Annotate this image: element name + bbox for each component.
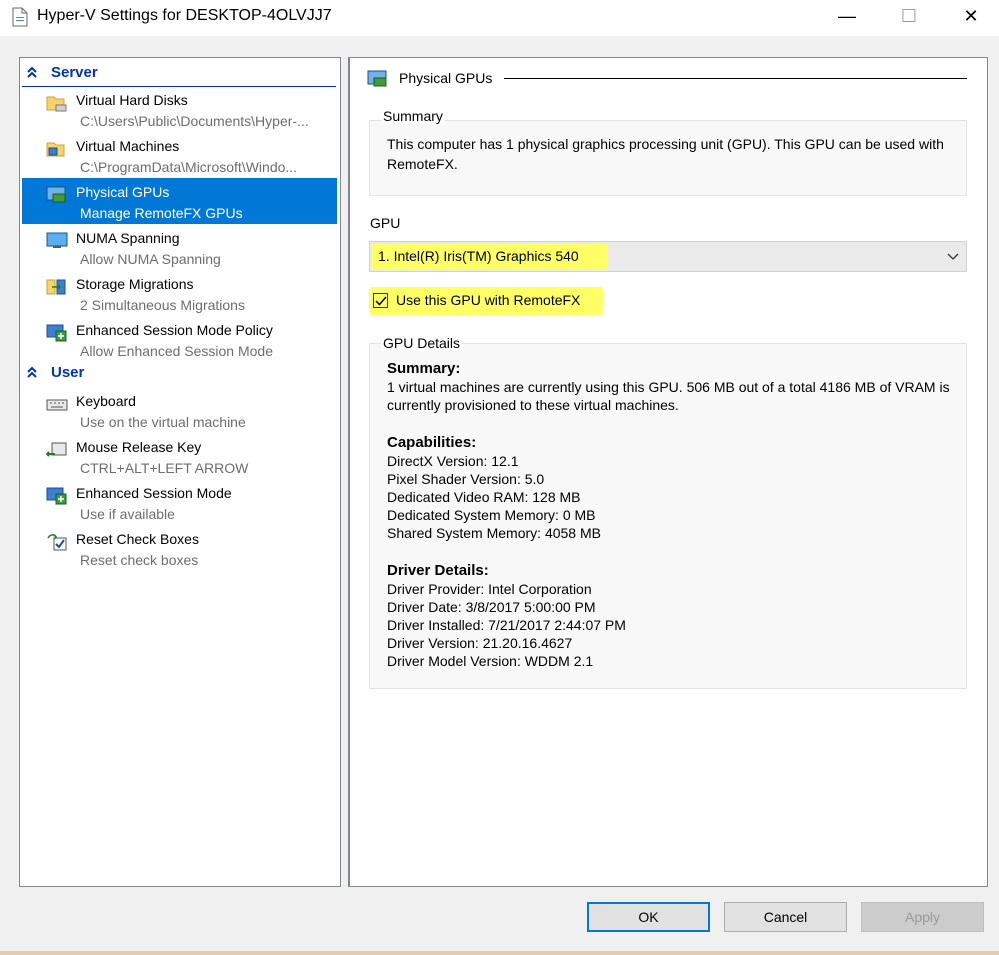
page-title: Physical GPUs: [399, 70, 493, 86]
gpu-select[interactable]: 1. Intel(R) Iris(TM) Graphics 540: [369, 241, 967, 272]
driver-line: Driver Date: 3/8/2017 5:00:00 PM: [387, 599, 596, 615]
mouse-key-icon: [46, 442, 67, 457]
sidebar-item-detail: Allow Enhanced Session Mode: [80, 343, 274, 359]
section-header-user[interactable]: User: [22, 363, 336, 385]
sidebar-item-label: NUMA Spanning: [76, 230, 180, 246]
sidebar-item-storage-migrations[interactable]: Storage Migrations 2 Simultaneous Migrat…: [22, 270, 337, 316]
section-label-user: User: [51, 364, 85, 381]
details-summary-header: Summary:: [387, 360, 461, 377]
sidebar-item-label: Enhanced Session Mode: [76, 485, 232, 501]
sidebar-item-label: Reset Check Boxes: [76, 531, 199, 547]
session-policy-icon: [46, 324, 67, 342]
maximize-icon: ☐: [900, 5, 918, 26]
collapse-chevron-icon: [27, 66, 37, 78]
sidebar-item-label: Virtual Hard Disks: [76, 92, 188, 108]
gpu-details-label: GPU Details: [381, 335, 463, 351]
close-button[interactable]: ✕: [948, 0, 994, 32]
gpu-icon: [46, 186, 66, 203]
window-title: Hyper-V Settings for DESKTOP-4OLVJJ7: [37, 7, 332, 24]
settings-tree: Server Virtual Hard Disks C:\Users\Publi…: [19, 57, 341, 887]
details-summary-text: 1 virtual machines are currently using t…: [387, 379, 950, 413]
minimize-button[interactable]: —: [824, 0, 870, 32]
use-gpu-checkbox[interactable]: [373, 293, 388, 308]
sidebar-item-detail: Use on the virtual machine: [80, 414, 246, 430]
sidebar-item-physical-gpus[interactable]: Physical GPUs Manage RemoteFX GPUs: [22, 178, 337, 224]
settings-document-icon: [12, 7, 28, 27]
sidebar-item-detail: CTRL+ALT+LEFT ARROW: [80, 460, 249, 476]
sidebar-item-virtual-hard-disks[interactable]: Virtual Hard Disks C:\Users\Public\Docum…: [22, 86, 337, 132]
gpu-select-value: 1. Intel(R) Iris(TM) Graphics 540: [378, 248, 579, 264]
sidebar-item-enhanced-session-mode[interactable]: Enhanced Session Mode Use if available: [22, 479, 337, 525]
capability-line: Pixel Shader Version: 5.0: [387, 471, 545, 487]
sidebar-item-numa-spanning[interactable]: NUMA Spanning Allow NUMA Spanning: [22, 224, 337, 270]
sidebar-item-detail: Reset check boxes: [80, 552, 199, 568]
sidebar-item-detail: C:\ProgramData\Microsoft\Windo...: [80, 159, 298, 175]
driver-line: Driver Version: 21.20.16.4627: [387, 635, 573, 651]
sidebar-item-label: Storage Migrations: [76, 276, 194, 292]
collapse-chevron-icon: [27, 366, 37, 378]
cancel-button[interactable]: Cancel: [724, 902, 847, 932]
sidebar-item-detail: C:\Users\Public\Documents\Hyper-...: [80, 113, 309, 129]
sidebar-item-virtual-machines[interactable]: Virtual Machines C:\ProgramData\Microsof…: [22, 132, 337, 178]
sidebar-item-label: Keyboard: [76, 393, 136, 409]
session-icon: [46, 487, 67, 505]
sidebar-item-detail: Manage RemoteFX GPUs: [80, 205, 243, 221]
use-gpu-label[interactable]: Use this GPU with RemoteFX: [396, 292, 580, 308]
sidebar-item-detail: 2 Simultaneous Migrations: [80, 297, 245, 313]
sidebar-item-label: Physical GPUs: [76, 184, 170, 200]
driver-line: Driver Model Version: WDDM 2.1: [387, 653, 594, 669]
minimize-icon: —: [838, 5, 856, 26]
checkmark-icon: [375, 296, 387, 306]
capabilities-header: Capabilities:: [387, 434, 477, 451]
settings-content-panel: Physical GPUs Summary This computer has …: [348, 57, 988, 887]
folder-vm-icon: [46, 142, 65, 157]
sidebar-item-label: Mouse Release Key: [76, 439, 202, 455]
gpu-icon: [367, 70, 387, 87]
sidebar-item-mouse-release-key[interactable]: Mouse Release Key CTRL+ALT+LEFT ARROW: [22, 433, 337, 479]
close-icon: ✕: [963, 5, 979, 26]
sidebar-item-detail: Allow NUMA Spanning: [80, 251, 221, 267]
divider: [504, 78, 967, 79]
monitor-icon: [46, 232, 68, 248]
section-header-server[interactable]: Server: [22, 63, 336, 87]
maximize-button[interactable]: ☐: [886, 0, 932, 32]
capability-line: Dedicated Video RAM: 128 MB: [387, 489, 581, 505]
summary-text: This computer has 1 physical graphics pr…: [387, 136, 944, 172]
title-bar: Hyper-V Settings for DESKTOP-4OLVJJ7 — ☐…: [0, 0, 999, 36]
sidebar-item-enhanced-session-mode-policy[interactable]: Enhanced Session Mode Policy Allow Enhan…: [22, 316, 337, 362]
driver-line: Driver Installed: 7/21/2017 2:44:07 PM: [387, 617, 626, 633]
sidebar-item-detail: Use if available: [80, 506, 175, 522]
window-border: [0, 951, 999, 955]
capability-line: Shared System Memory: 4058 MB: [387, 525, 601, 541]
reset-checkbox-icon: [47, 534, 67, 551]
sidebar-item-keyboard[interactable]: Keyboard Use on the virtual machine: [22, 387, 337, 433]
summary-label: Summary: [381, 108, 445, 124]
apply-button[interactable]: Apply: [861, 902, 984, 932]
ok-button[interactable]: OK: [587, 902, 710, 932]
chevron-down-icon: [947, 253, 959, 260]
storage-icon: [46, 279, 66, 295]
driver-details-header: Driver Details:: [387, 562, 489, 579]
driver-line: Driver Provider: Intel Corporation: [387, 581, 592, 597]
sidebar-item-reset-check-boxes[interactable]: Reset Check Boxes Reset check boxes: [22, 525, 337, 571]
capability-line: Dedicated System Memory: 0 MB: [387, 507, 596, 523]
sidebar-item-label: Enhanced Session Mode Policy: [76, 322, 273, 338]
sidebar-item-label: Virtual Machines: [76, 138, 180, 154]
gpu-details-body: Summary: 1 virtual machines are currentl…: [387, 360, 957, 690]
gpu-label: GPU: [370, 215, 401, 231]
keyboard-icon: [46, 399, 68, 411]
section-label-server: Server: [51, 64, 98, 81]
capability-line: DirectX Version: 12.1: [387, 453, 519, 469]
folder-disk-icon: [46, 96, 67, 112]
